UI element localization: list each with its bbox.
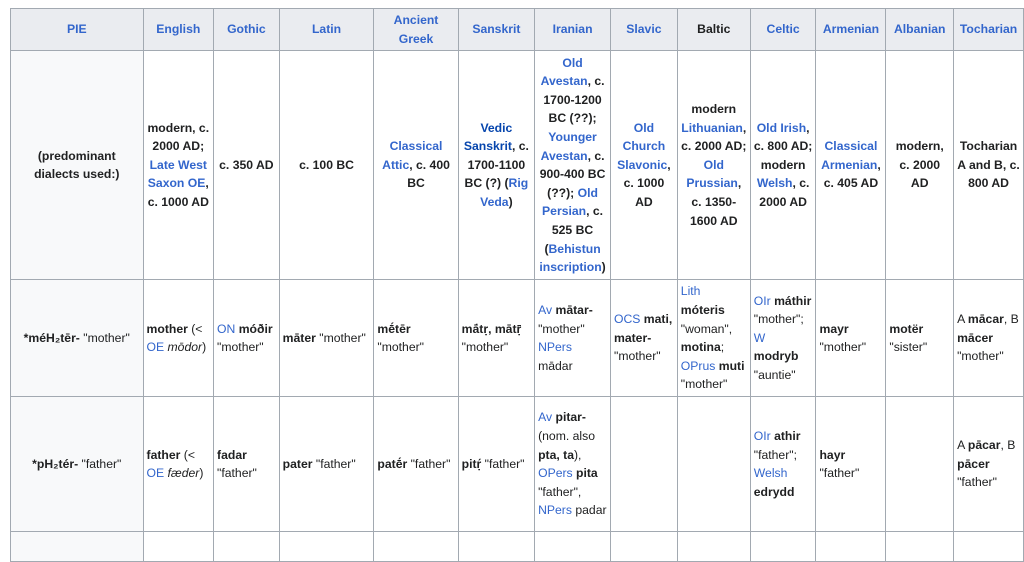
- cell-father-celtic: OIr athir "father"; Welsh edrydd: [749, 396, 817, 533]
- cell-mother-greek: mḗtēr "mother": [373, 279, 459, 398]
- link-oe-father[interactable]: OE: [147, 466, 165, 480]
- header-albanian[interactable]: Albanian: [885, 7, 955, 52]
- header-gothic[interactable]: Gothic: [213, 7, 280, 52]
- header-latin[interactable]: Latin: [278, 7, 375, 52]
- cell-dialect-iranian: Old Avestan, c. 1700-1200 BC (??); Young…: [534, 50, 611, 281]
- header-armenian[interactable]: Armenian: [815, 7, 887, 52]
- header-greek[interactable]: Ancient Greek: [373, 7, 459, 52]
- cell-dialect-slavic: Old Church Slavonic, c. 1000 AD: [610, 50, 678, 281]
- cell-father-slavic: [610, 396, 678, 533]
- link-oprus[interactable]: OPrus: [681, 359, 716, 373]
- link-opers[interactable]: OPers: [538, 466, 573, 480]
- link-ocs[interactable]: OCS: [614, 312, 640, 326]
- row-label-dialects: (predominant dialects used:): [10, 50, 144, 281]
- link-npers-father[interactable]: NPers: [538, 503, 572, 517]
- link-vedic-sanskrit[interactable]: Vedic Sanskrit: [464, 121, 512, 154]
- header-tocharian[interactable]: Tocharian: [953, 7, 1024, 52]
- link-old-prussian[interactable]: Old Prussian: [686, 158, 737, 191]
- cell-dialect-sanskrit: Vedic Sanskrit, c. 1700-1100 BC (?) (Rig…: [457, 50, 536, 281]
- header-celtic[interactable]: Celtic: [749, 7, 817, 52]
- cell-father-latin: pater "father": [278, 396, 375, 533]
- link-av-father[interactable]: Av: [538, 410, 552, 424]
- header-baltic: Baltic: [676, 7, 751, 52]
- header-slavic[interactable]: Slavic: [610, 7, 678, 52]
- header-sanskrit[interactable]: Sanskrit: [457, 7, 536, 52]
- cell-father-english: father (< OE fæder): [142, 396, 215, 533]
- link-oir[interactable]: OIr: [754, 294, 771, 308]
- cell-father-gothic: fadar "father": [213, 396, 280, 533]
- link-av[interactable]: Av: [538, 303, 552, 317]
- link-welsh-father[interactable]: Welsh: [754, 466, 788, 480]
- link-npers[interactable]: NPers: [538, 340, 572, 354]
- cell-father-greek: patḗr "father": [373, 396, 459, 533]
- row-label-next: [10, 531, 144, 562]
- link-old-avestan[interactable]: Old Avestan: [541, 56, 588, 89]
- link-old-irish[interactable]: Old Irish: [757, 121, 806, 135]
- cell-dialect-gothic: c. 350 AD: [213, 50, 280, 281]
- link-oir-father[interactable]: OIr: [754, 429, 771, 443]
- cell-mother-albanian: motër "sister": [885, 279, 955, 398]
- cognates-table: PIE English Gothic Latin Ancient Greek S…: [10, 7, 1024, 562]
- cell-father-tocharian: A pācar, B pācer "father": [953, 396, 1024, 533]
- link-old-church-slavonic[interactable]: Old Church Slavonic: [617, 121, 667, 172]
- link-oe[interactable]: OE: [147, 340, 165, 354]
- cell-dialect-armenian: Classical Armenian, c. 405 AD: [815, 50, 887, 281]
- link-lith[interactable]: Lith: [681, 284, 701, 298]
- cell-father-sanskrit: pitṛ́ "father": [457, 396, 536, 533]
- header-row: PIE English Gothic Latin Ancient Greek S…: [10, 7, 1024, 52]
- link-behistun-inscription[interactable]: Behistun inscription: [539, 242, 601, 275]
- cell-dialect-celtic: Old Irish, c. 800 AD; modern Welsh, c. 2…: [749, 50, 817, 281]
- cell-dialect-tocharian: Tocharian A and B, c. 800 AD: [953, 50, 1024, 281]
- link-lithuanian[interactable]: Lithuanian: [681, 121, 743, 135]
- link-classical-armenian[interactable]: Classical Armenian: [821, 139, 877, 172]
- cell-mother-slavic: OCS mati, mater- "mother": [610, 279, 678, 398]
- cell-father-baltic: [676, 396, 751, 533]
- table-row-father: *pH₂tér- "father" father (< OE fæder) fa…: [10, 396, 1024, 533]
- cell-mother-iranian: Av mātar- "mother" NPers mādar: [534, 279, 611, 398]
- link-welsh[interactable]: Welsh: [757, 176, 793, 190]
- header-english[interactable]: English: [142, 7, 215, 52]
- cell-mother-celtic: OIr máthir "mother"; W modryb "auntie": [749, 279, 817, 398]
- cell-mother-gothic: ON móðir "mother": [213, 279, 280, 398]
- cell-mother-sanskrit: mā́tṛ, mātṝ "mother": [457, 279, 536, 398]
- cell-dialect-albanian: modern, c. 2000 AD: [885, 50, 955, 281]
- cell-father-iranian: Av pitar- (nom. also pta, ta), OPers pit…: [534, 396, 611, 533]
- cell-mother-tocharian: A mācar, B mācer "mother": [953, 279, 1024, 398]
- cell-dialect-greek: Classical Attic, c. 400 BC: [373, 50, 459, 281]
- header-iranian[interactable]: Iranian: [534, 7, 611, 52]
- row-label-mother: *méH₂tēr- "mother": [10, 279, 144, 398]
- cell-dialect-latin: c. 100 BC: [278, 50, 375, 281]
- link-late-west-saxon[interactable]: Late West Saxon OE: [148, 158, 207, 191]
- cell-father-armenian: hayr "father": [815, 396, 887, 533]
- cell-mother-armenian: mayr "mother": [815, 279, 887, 398]
- table-row-mother: *méH₂tēr- "mother" mother (< OE mōdor) O…: [10, 279, 1024, 398]
- cell-father-albanian: [885, 396, 955, 533]
- cell-mother-english: mother (< OE mōdor): [142, 279, 215, 398]
- table-row-dialects: (predominant dialects used:) modern, c. …: [10, 50, 1024, 281]
- table-row-next: [10, 531, 1024, 562]
- cell-mother-baltic: Lith móteris "woman", motina; OPrus muti…: [676, 279, 751, 398]
- link-on[interactable]: ON: [217, 322, 235, 336]
- cell-mother-latin: māter "mother": [278, 279, 375, 398]
- header-pie[interactable]: PIE: [10, 7, 144, 52]
- cell-dialect-english: modern, c. 2000 AD; Late West Saxon OE, …: [142, 50, 215, 281]
- cell-dialect-baltic: modern Lithuanian, c. 2000 AD; Old Pruss…: [676, 50, 751, 281]
- link-w[interactable]: W: [754, 331, 766, 345]
- row-label-father: *pH₂tér- "father": [10, 396, 144, 533]
